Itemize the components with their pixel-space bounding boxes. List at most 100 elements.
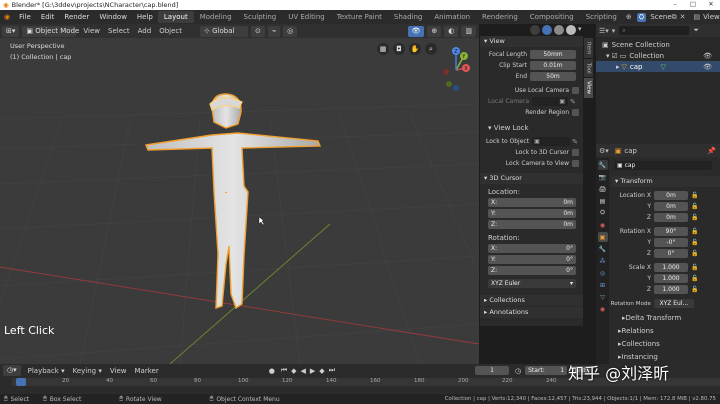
timeline-menu-playback[interactable]: Playback ▾ (24, 367, 69, 375)
outliner-search-input[interactable]: ⌕ (619, 26, 690, 35)
view-layer-tab-icon[interactable]: ▤ (598, 196, 608, 206)
jump-keyframe-forward-icon[interactable]: ◆ (319, 367, 324, 375)
viewport-menu-view[interactable]: View (79, 27, 104, 35)
play-reverse-icon[interactable]: ◀ (301, 367, 306, 375)
render-tab-icon[interactable]: 📷 (598, 172, 608, 182)
viewport-menu-object[interactable]: Object (155, 27, 186, 35)
cursor-location-z[interactable]: Z: 0m (488, 220, 576, 229)
lock-to-cursor-checkbox[interactable] (572, 149, 579, 156)
use-local-camera-checkbox[interactable] (572, 87, 579, 94)
viewport-3d[interactable]: User Perspective (1) Collection | cap Le… (0, 24, 479, 364)
orientation-selector[interactable]: ⊹ Global (200, 25, 248, 37)
clip-start-field[interactable]: 0.01m (530, 61, 576, 70)
material-shading-icon[interactable] (554, 25, 564, 35)
timeline-menu-marker[interactable]: Marker (131, 367, 163, 375)
world-tab-icon[interactable]: ◉ (598, 220, 608, 230)
view-lock-header[interactable]: ▾ View Lock (488, 124, 529, 132)
sidebar-tab-tool[interactable]: Tool (584, 59, 593, 77)
jump-end-icon[interactable]: ⏭ (329, 366, 335, 375)
close-button[interactable]: ✕ (702, 0, 720, 10)
data-tab-icon[interactable]: ▽ (598, 292, 608, 302)
tab-rendering[interactable]: Rendering (476, 11, 524, 23)
outliner-editor-icon[interactable]: ☰▾ (599, 27, 609, 35)
focal-length-field[interactable]: 50mm (530, 50, 576, 59)
rotation-mode-dropdown[interactable]: XYZ Eul… (654, 299, 694, 308)
cursor-location-x[interactable]: X: 0m (488, 198, 576, 207)
preview-range-icon[interactable]: ◷ (515, 367, 521, 375)
grid-view-icon[interactable]: ▦ (377, 43, 389, 55)
rendered-shading-icon[interactable] (566, 25, 576, 35)
rot-value-field[interactable]: -0° (654, 238, 688, 247)
properties-pin-icon[interactable]: 📌 (707, 147, 716, 155)
output-tab-icon[interactable]: 🖨 (598, 184, 608, 194)
tab-modeling[interactable]: Modeling (194, 11, 238, 23)
tab-layout[interactable]: Layout (157, 11, 194, 23)
annotations-panel-header[interactable]: ▸ Annotations (480, 307, 583, 318)
jump-start-icon[interactable]: ⏮ (281, 366, 287, 375)
loc-value-field[interactable]: 0m (654, 202, 688, 211)
viewport-menu-select[interactable]: Select (104, 27, 134, 35)
collection-expand-icon[interactable]: ▾ (606, 52, 610, 60)
lock-icon[interactable]: 🔓 (691, 264, 698, 271)
lock-icon[interactable]: 🔓 (691, 228, 698, 235)
pivot-icon[interactable]: ⊙ (251, 25, 265, 37)
scene-icon[interactable]: ⛭ (636, 12, 647, 22)
sidebar-tab-item[interactable]: Item (584, 38, 593, 58)
modifier-tab-icon[interactable]: 🔧 (598, 244, 608, 254)
tab-shading[interactable]: Shading (388, 11, 428, 23)
lock-to-object-field[interactable]: ▣ (532, 137, 571, 146)
tab-scripting[interactable]: Scripting (580, 11, 623, 23)
scene-delete-icon[interactable]: ✕ (680, 13, 686, 21)
timeline-editor-icon[interactable]: ◷▾ (3, 365, 21, 376)
tab-animation[interactable]: Animation (428, 11, 476, 23)
transform-header[interactable]: ▾ Transform (611, 176, 720, 187)
clip-end-field[interactable]: 50m (530, 72, 576, 81)
blender-menu-icon[interactable]: ◉ (0, 13, 14, 21)
local-camera-field[interactable]: ▣ (532, 97, 569, 106)
editor-type-icon[interactable]: ⊞▾ (2, 25, 20, 37)
cursor-panel-header[interactable]: ▾ 3D Cursor (480, 173, 583, 184)
solid-shading-icon[interactable] (542, 25, 552, 35)
timeline-menu-view[interactable]: View (106, 367, 131, 375)
minimize-button[interactable]: – (666, 0, 684, 10)
menu-edit[interactable]: Edit (36, 13, 60, 21)
current-frame-field[interactable]: 1 (475, 366, 509, 375)
tab-texture-paint[interactable]: Texture Paint (331, 11, 388, 23)
scale-value-field[interactable]: 1.000 (654, 274, 688, 283)
tab-compositing[interactable]: Compositing (524, 11, 580, 23)
eyedropper-icon[interactable]: ✎ (570, 98, 576, 106)
sidebar-tab-view[interactable]: View (584, 78, 593, 98)
view-layer-icon[interactable]: ▤ (694, 13, 701, 21)
scene-new-icon[interactable]: ⧉ (672, 13, 677, 22)
cursor-location-y[interactable]: Y: 0m (488, 209, 576, 218)
render-region-checkbox[interactable] (572, 109, 579, 116)
loc-value-field[interactable]: 0m (654, 191, 688, 200)
lock-camera-checkbox[interactable] (572, 160, 579, 167)
play-icon[interactable]: ▶ (310, 367, 315, 375)
tab-uv-editing[interactable]: UV Editing (282, 11, 331, 23)
scale-value-field[interactable]: 1.000 (654, 263, 688, 272)
shading-options-icon[interactable]: ▾ (578, 25, 582, 35)
menu-help[interactable]: Help (132, 13, 158, 21)
cursor-rotation-x[interactable]: X: 0° (488, 244, 576, 253)
menu-file[interactable]: File (14, 13, 36, 21)
scene-collection-label[interactable]: Scene Collection (612, 41, 670, 49)
menu-render[interactable]: Render (59, 13, 94, 21)
lock-icon[interactable]: 🔓 (691, 214, 698, 221)
outliner-filter-icon[interactable]: ⏷ (693, 26, 699, 35)
object-expand-icon[interactable]: ▸ (616, 63, 620, 71)
timeline-menu-keying[interactable]: Keying ▾ (69, 367, 106, 375)
cursor-rotation-mode[interactable]: XYZ Euler ▾ (488, 279, 576, 288)
collection-checkbox[interactable]: ☑ (612, 52, 618, 60)
material-tab-icon[interactable]: ◉ (598, 304, 608, 314)
lock-icon[interactable]: 🔓 (691, 192, 698, 199)
properties-section[interactable]: ▸ Delta Transform (596, 312, 720, 324)
scene-name[interactable]: Scene (650, 13, 671, 21)
workspace-add-icon[interactable]: ⊕ (623, 13, 635, 21)
scale-value-field[interactable]: 1.000 (654, 285, 688, 294)
properties-section[interactable]: ▸ Relations (596, 325, 720, 337)
viewport-menu-add[interactable]: Add (134, 27, 156, 35)
snap-icon[interactable]: ⌁ (267, 25, 281, 37)
properties-section[interactable]: ▸ Collections (596, 338, 720, 350)
jump-keyframe-back-icon[interactable]: ◆ (291, 367, 296, 375)
